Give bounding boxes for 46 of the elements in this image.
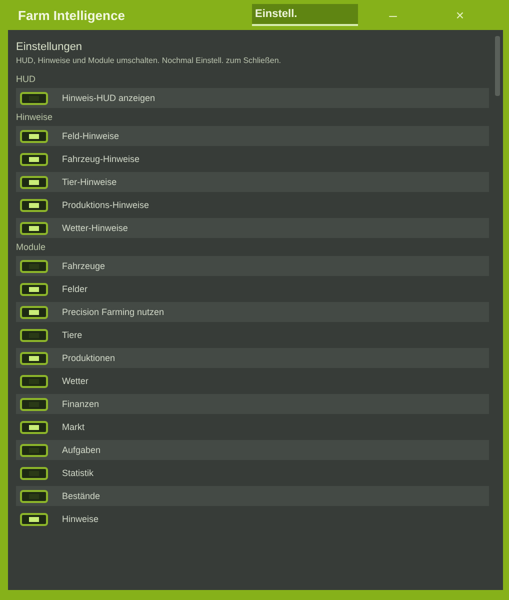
toggle-switch[interactable] <box>20 92 48 104</box>
window-title: Farm Intelligence <box>18 8 126 22</box>
setting-label: Wetter-Hinweise <box>62 223 128 233</box>
setting-label: Hinweise <box>62 514 99 524</box>
panel-heading: Einstellungen <box>16 41 84 53</box>
setting-label: Precision Farming nutzen <box>62 307 164 317</box>
toggle-switch[interactable] <box>20 306 48 318</box>
setting-label: Statistik <box>62 468 94 478</box>
section-title: Hinweise <box>16 112 54 122</box>
setting-label: Wetter <box>62 376 88 386</box>
setting-label: Tiere <box>62 330 82 340</box>
toggle-switch[interactable] <box>20 512 48 526</box>
toggle-switch[interactable] <box>20 282 48 296</box>
setting-label: Felder <box>62 284 88 294</box>
toggle-switch[interactable] <box>20 152 48 166</box>
toggle-switch[interactable] <box>20 490 48 502</box>
toggle-switch[interactable] <box>20 260 48 272</box>
setting-label: Markt <box>62 422 84 432</box>
toggle-switch[interactable] <box>20 328 48 342</box>
toggle-switch[interactable] <box>20 398 48 410</box>
setting-label: Feld-Hinweise <box>62 131 120 141</box>
setting-label: Hinweis-HUD anzeigen <box>62 93 156 103</box>
setting-label: Bestände <box>62 491 100 501</box>
setting-label: Tier-Hinweise <box>62 177 117 187</box>
toggle-switch[interactable] <box>20 198 48 212</box>
minimize-button[interactable]: – <box>378 7 408 23</box>
scrollbar <box>495 36 500 96</box>
section-title: Module <box>16 242 47 252</box>
setting-label: Produktions-Hinweise <box>62 200 150 210</box>
setting-label: Finanzen <box>62 399 100 409</box>
setting-label: Produktionen <box>62 353 116 363</box>
panel-description: HUD, Hinweise und Module umschalten. Nochmal Einstell. zum Schließen. <box>16 56 282 65</box>
toggle-switch[interactable] <box>20 130 48 142</box>
toggle-switch[interactable] <box>20 444 48 456</box>
toggle-switch[interactable] <box>20 420 48 434</box>
setting-label: Fahrzeug-Hinweise <box>62 154 140 164</box>
settings-tab[interactable]: Einstell. <box>252 4 358 26</box>
setting-label: Aufgaben <box>62 445 101 455</box>
toggle-switch[interactable] <box>20 176 48 188</box>
toggle-switch[interactable] <box>20 374 48 388</box>
toggle-switch[interactable] <box>20 466 48 480</box>
toggle-switch[interactable] <box>20 352 48 364</box>
close-button[interactable]: × <box>445 7 475 23</box>
toggle-switch[interactable] <box>20 222 48 234</box>
setting-label: Fahrzeuge <box>62 261 106 271</box>
section-title: HUD <box>16 74 36 84</box>
